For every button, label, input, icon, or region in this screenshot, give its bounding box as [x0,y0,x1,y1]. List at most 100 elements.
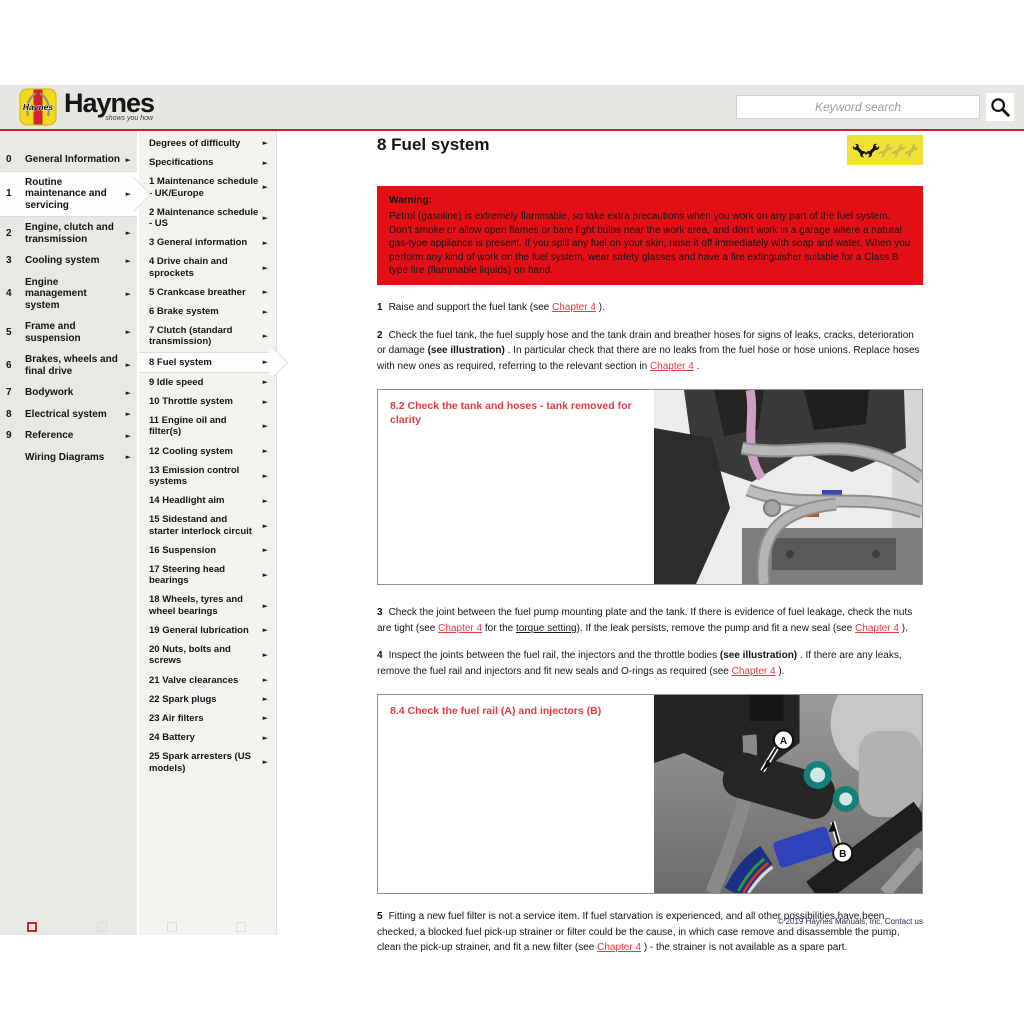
submenu-item-15[interactable]: 14 Headlight aim► [139,491,276,510]
submenu-item-26[interactable]: 25 Spark arresters (US models)► [139,747,276,777]
submenu-item-20[interactable]: 19 General lubrication► [139,621,276,640]
chevron-right-icon: ► [263,651,268,659]
submenu-item-label: 1 Maintenance schedule - UK/Europe [149,176,263,198]
chevron-right-icon: ► [263,676,268,684]
sidebar-item-number: 0 [6,154,25,166]
chevron-right-icon: ► [263,239,268,247]
search-input[interactable] [736,95,980,119]
body-text: ) - the strainer is not available as a s… [641,942,847,953]
sidebar-item-label: Wiring Diagrams [25,452,126,464]
submenu-item-22[interactable]: 21 Valve clearances► [139,671,276,690]
submenu-item-label: 4 Drive chain and sprockets [149,256,263,278]
body-text: for the [482,623,516,634]
chevron-right-icon: ► [263,734,268,742]
submenu-item-9[interactable]: 8 Fuel system► [139,352,276,373]
submenu-item-4[interactable]: 3 General information► [139,233,276,252]
sidebar-item-5[interactable]: 5Frame and suspension► [0,316,137,349]
chapter-link[interactable]: Chapter 4 [552,302,596,313]
submenu-item-16[interactable]: 15 Sidestand and starter interlock circu… [139,510,276,540]
chevron-right-icon: ► [126,453,131,461]
sidebar-item-number: 9 [6,430,25,442]
chevron-right-icon: ► [126,190,131,198]
page-indicator[interactable] [236,922,246,932]
chevron-right-icon: ► [263,288,268,296]
chevron-right-icon: ► [126,290,131,298]
contact-us-link[interactable]: Contact us [885,917,923,926]
submenu-item-label: 19 General lubrication [149,625,263,636]
submenu-item-25[interactable]: 24 Battery► [139,728,276,747]
wrench-icon [852,143,867,158]
sidebar-item-label: Cooling system [25,255,126,267]
submenu-item-label: Specifications [149,157,263,168]
figure-8-2: 8.2 Check the tank and hoses - tank remo… [377,389,923,585]
svg-text:Haynes: Haynes [23,102,54,112]
submenu-item-18[interactable]: 17 Steering head bearings► [139,560,276,590]
chevron-right-icon: ► [126,410,131,418]
submenu-item-17[interactable]: 16 Suspension► [139,541,276,560]
svg-text:B: B [839,849,846,860]
submenu-item-1[interactable]: Specifications► [139,153,276,172]
sidebar-item-3[interactable]: 3Cooling system► [0,250,137,272]
sidebar-item-wiring-diagrams[interactable]: Wiring Diagrams► [0,447,137,469]
chevron-right-icon: ► [126,361,131,369]
submenu-item-label: 15 Sidestand and starter interlock circu… [149,514,263,536]
submenu-item-7[interactable]: 6 Brake system► [139,302,276,321]
chapter-link[interactable]: Chapter 4 [650,361,694,372]
chevron-right-icon: ► [263,358,268,366]
sidebar-item-4[interactable]: 4Engine management system► [0,272,137,317]
wrench-icon [904,143,919,158]
warning-text: Petrol (gasoline) is extremely flammable… [389,210,911,277]
chapter-link[interactable]: Chapter 4 [732,666,776,677]
submenu-item-6[interactable]: 5 Crankcase breather► [139,283,276,302]
submenu-item-label: 3 General information [149,237,263,248]
page-indicator[interactable] [167,922,177,932]
submenu-item-11[interactable]: 10 Throttle system► [139,392,276,411]
submenu-item-label: 12 Cooling system [149,446,263,457]
page-indicator[interactable] [97,922,107,932]
chevron-right-icon: ► [263,264,268,272]
submenu-item-19[interactable]: 18 Wheels, tyres and wheel bearings► [139,590,276,620]
search-button[interactable] [986,93,1014,121]
sidebar-item-9[interactable]: 9Reference► [0,425,137,447]
sidebar-item-6[interactable]: 6Brakes, wheels and final drive► [0,349,137,382]
body-text: ). If the leak persists, remove the pump… [577,623,855,634]
sidebar-item-label: Electrical system [25,409,126,421]
sidebar-item-0[interactable]: 0General Information► [0,149,137,171]
submenu-item-label: 5 Crankcase breather [149,287,263,298]
submenu-item-10[interactable]: 9 Idle speed► [139,373,276,392]
sidebar-item-2[interactable]: 2Engine, clutch and transmission► [0,217,137,250]
submenu-item-13[interactable]: 12 Cooling system► [139,442,276,461]
chapter-link[interactable]: Chapter 4 [438,623,482,634]
submenu-item-21[interactable]: 20 Nuts, bolts and screws► [139,640,276,670]
sidebar-item-1[interactable]: 1Routine maintenance and servicing► [0,171,137,218]
chapter-link[interactable]: Chapter 4 [855,623,899,634]
chevron-right-icon: ► [263,139,268,147]
page-title: 8 Fuel system [377,135,923,155]
torque-setting-link[interactable]: torque setting [516,623,577,634]
submenu-item-label: 6 Brake system [149,306,263,317]
submenu-item-label: 17 Steering head bearings [149,564,263,586]
submenu-item-0[interactable]: Degrees of difficulty► [139,134,276,153]
sidebar-item-8[interactable]: 8Electrical system► [0,404,137,426]
submenu-item-23[interactable]: 22 Spark plugs► [139,690,276,709]
submenu-item-14[interactable]: 13 Emission control systems► [139,461,276,491]
submenu-item-24[interactable]: 23 Air filters► [139,709,276,728]
submenu-item-label: 14 Headlight aim [149,495,263,506]
submenu-item-5[interactable]: 4 Drive chain and sprockets► [139,252,276,282]
submenu-item-8[interactable]: 7 Clutch (standard transmission)► [139,321,276,351]
chapter-link[interactable]: Chapter 4 [597,942,641,953]
sidebar-item-7[interactable]: 7Bodywork► [0,382,137,404]
haynes-logo[interactable]: Haynes Haynes shows you how [19,88,154,126]
submenu-item-3[interactable]: 2 Maintenance schedule - US► [139,203,276,233]
step-number: 1 [377,302,383,313]
submenu-item-12[interactable]: 11 Engine oil and filter(s)► [139,411,276,441]
chevron-right-icon: ► [263,602,268,610]
submenu-item-label: 7 Clutch (standard transmission) [149,325,263,347]
body-text: ). [776,666,785,677]
page-indicator-active[interactable] [27,922,37,932]
submenu-item-2[interactable]: 1 Maintenance schedule - UK/Europe► [139,172,276,202]
chevron-right-icon: ► [263,308,268,316]
engine-photo-tank-hoses [654,390,922,584]
step-paragraph-2: 2Check the fuel tank, the fuel supply ho… [377,328,923,375]
chevron-right-icon: ► [126,156,131,164]
